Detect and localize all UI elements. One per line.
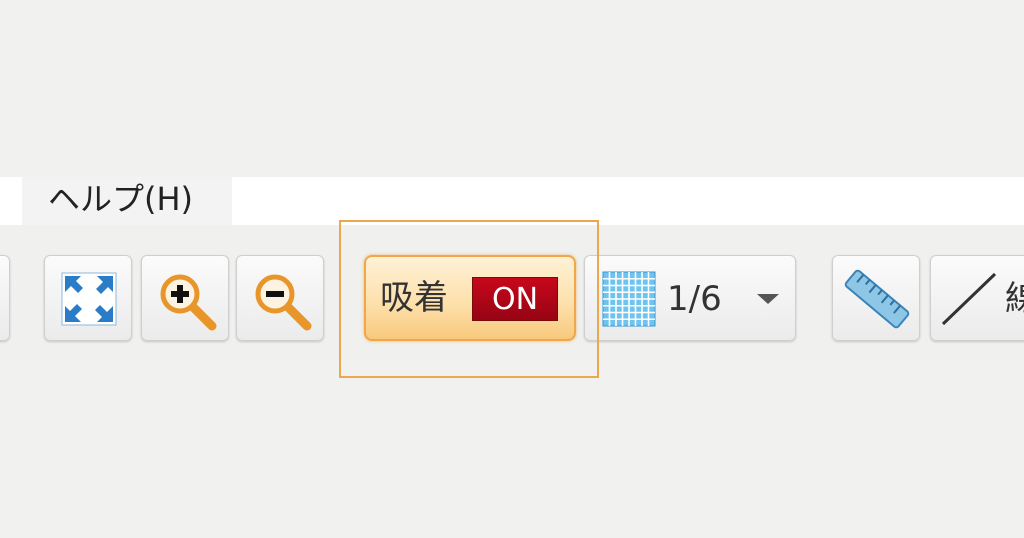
zoom-in-button[interactable] (141, 255, 229, 341)
line-tool-button[interactable]: 線 (930, 255, 1024, 341)
app-window: ヘルプ(H) 吸着 ON 1/6 線 (0, 0, 1024, 538)
snap-label: 吸着 (380, 278, 448, 318)
toolbar: 吸着 ON 1/6 線 (0, 225, 1024, 360)
menu-bar: ヘルプ(H) (0, 177, 1024, 225)
ruler-button[interactable] (832, 255, 920, 341)
fit-to-screen-button[interactable] (44, 255, 132, 341)
line-tool-label: 線 (1005, 279, 1024, 319)
toolbar-partial-button[interactable] (0, 255, 10, 341)
snap-state-badge: ON (472, 277, 558, 321)
chevron-down-icon (757, 294, 779, 304)
zoom-out-button[interactable] (236, 255, 324, 341)
grid-size-value: 1/6 (667, 279, 722, 319)
snap-toggle-button[interactable]: 吸着 ON (364, 255, 576, 341)
grid-size-dropdown[interactable]: 1/6 (584, 255, 796, 341)
menu-help[interactable]: ヘルプ(H) (22, 177, 232, 225)
